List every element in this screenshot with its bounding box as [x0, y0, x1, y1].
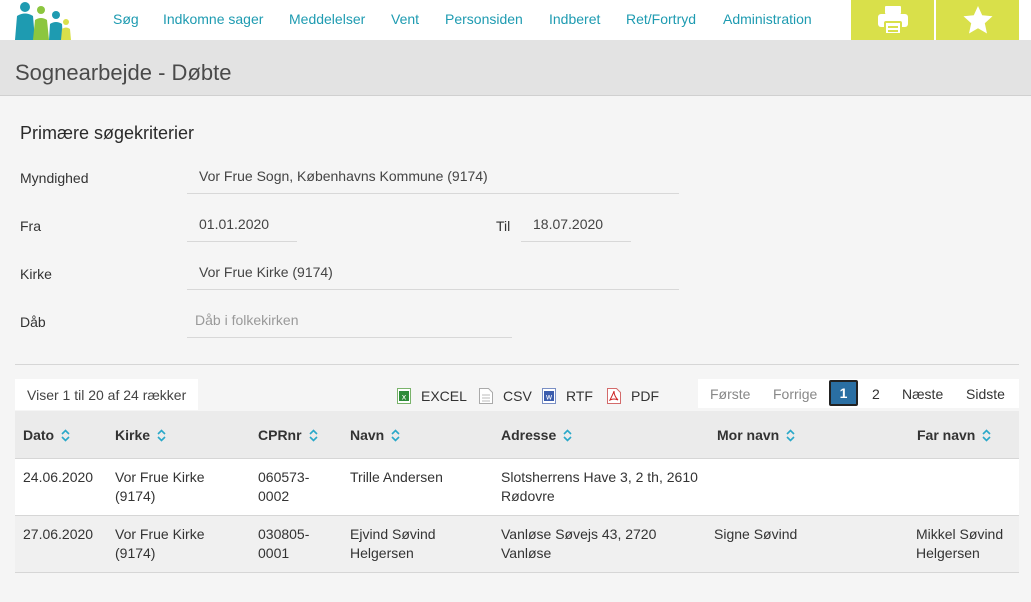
cell-adresse: Vanløse Søvejs 43, 2720 Vanløse	[501, 526, 657, 561]
column-header-label: Kirke	[115, 427, 151, 443]
csv-file-icon	[479, 388, 493, 404]
favorite-button[interactable]	[936, 0, 1019, 40]
export-excel-button[interactable]: x EXCEL	[397, 388, 467, 404]
family-logo[interactable]	[15, 0, 71, 40]
star-icon	[963, 6, 992, 34]
sort-icon	[157, 428, 166, 442]
nav-vent[interactable]: Vent	[391, 11, 419, 27]
pager-page-1[interactable]: 1	[829, 380, 858, 406]
page-header: Sognearbejde - Døbte	[0, 40, 1031, 96]
column-header-cprnr[interactable]: CPRnr	[258, 427, 318, 443]
kirke-field[interactable]: Vor Frue Kirke (9174)	[187, 259, 679, 290]
daab-field[interactable]: Dåb i folkekirken	[187, 307, 512, 338]
kirke-label: Kirke	[20, 266, 52, 282]
pager-previous[interactable]: Forrige	[773, 386, 817, 402]
export-csv-label: CSV	[503, 388, 532, 404]
myndighed-label: Myndighed	[20, 170, 89, 186]
export-pdf-label: PDF	[631, 388, 659, 404]
table-row[interactable]: 24.06.2020 Vor Frue Kirke (9174) 060573-…	[15, 459, 1019, 516]
column-header-label: Adresse	[501, 427, 557, 443]
column-header-mor-navn[interactable]: Mor navn	[717, 427, 795, 443]
cell-dato: 27.06.2020	[23, 526, 94, 542]
section-title: Primære søgekriterier	[20, 123, 195, 143]
pager-first[interactable]: Første	[710, 386, 750, 402]
cell-mor-navn: Signe Søvind	[714, 526, 798, 542]
column-header-adresse[interactable]: Adresse	[501, 427, 572, 443]
column-header-label: Far navn	[917, 427, 976, 443]
table-header: Dato Kirke CPRnr Navn Adresse Mor navn F…	[15, 411, 1019, 459]
svg-text:w: w	[546, 393, 553, 402]
fra-date-field[interactable]: 01.01.2020	[187, 211, 297, 242]
print-button[interactable]	[851, 0, 934, 40]
column-header-label: Navn	[350, 427, 385, 443]
table-row[interactable]: 27.06.2020 Vor Frue Kirke (9174) 030805-…	[15, 516, 1019, 573]
column-header-navn[interactable]: Navn	[350, 427, 400, 443]
pager-next[interactable]: Næste	[902, 386, 943, 402]
sort-icon	[308, 428, 318, 442]
export-csv-button[interactable]: CSV	[479, 388, 532, 404]
printer-icon	[877, 6, 908, 35]
cell-cprnr: 060573-0002	[258, 469, 310, 504]
cell-navn: Ejvind Søvind Helgersen	[350, 526, 436, 561]
nav-meddelelser[interactable]: Meddelelser	[289, 11, 365, 27]
row-count-info: Viser 1 til 20 af 24 rækker	[15, 379, 199, 410]
export-excel-label: EXCEL	[421, 388, 467, 404]
cell-kirke: Vor Frue Kirke (9174)	[115, 469, 205, 504]
export-pdf-button[interactable]: PDF	[607, 388, 659, 404]
fra-label: Fra	[20, 218, 41, 234]
cell-far-navn: Mikkel Søvind Helgersen	[916, 526, 1004, 561]
daab-label: Dåb	[20, 314, 46, 330]
column-header-dato[interactable]: Dato	[23, 427, 70, 443]
nav-ret-fortryd[interactable]: Ret/Fortryd	[626, 11, 696, 27]
nav-indberet[interactable]: Indberet	[549, 11, 600, 27]
column-header-label: CPRnr	[258, 427, 302, 443]
column-header-kirke[interactable]: Kirke	[115, 427, 166, 443]
sort-icon	[563, 428, 572, 442]
myndighed-field[interactable]: Vor Frue Sogn, Københavns Kommune (9174)	[187, 163, 679, 194]
nav-indkomne-sager[interactable]: Indkomne sager	[163, 11, 263, 27]
pager-last[interactable]: Sidste	[966, 386, 1005, 402]
svg-text:x: x	[402, 393, 407, 402]
sort-icon	[982, 428, 991, 442]
column-header-far-navn[interactable]: Far navn	[917, 427, 991, 443]
excel-file-icon: x	[397, 388, 411, 404]
column-header-label: Mor navn	[717, 427, 780, 443]
cell-dato: 24.06.2020	[23, 469, 94, 485]
divider	[15, 364, 1019, 365]
til-date-field[interactable]: 18.07.2020	[521, 211, 631, 242]
pagination: Første Forrige 1 2 Næste Sidste	[698, 379, 1019, 408]
til-label: Til	[496, 218, 511, 234]
cell-navn: Trille Andersen	[350, 469, 443, 485]
sort-icon	[391, 428, 400, 442]
rtf-file-icon: w	[542, 388, 556, 404]
sort-icon	[61, 428, 70, 442]
nav-sog[interactable]: Søg	[113, 11, 139, 27]
top-navigation-bar: Søg Indkomne sager Meddelelser Vent Pers…	[0, 0, 1031, 40]
main-content: Primære søgekriterier Myndighed Vor Frue…	[0, 96, 1031, 602]
pager-page-2[interactable]: 2	[872, 386, 880, 402]
nav-personsiden[interactable]: Personsiden	[445, 11, 523, 27]
cell-cprnr: 030805-0001	[258, 526, 310, 561]
cell-adresse: Slotsherrens Have 3, 2 th, 2610 Rødovre	[501, 469, 698, 504]
page-title: Sognearbejde - Døbte	[15, 60, 232, 85]
export-rtf-label: RTF	[566, 388, 593, 404]
sort-icon	[786, 428, 795, 442]
pdf-file-icon	[607, 388, 621, 404]
column-header-label: Dato	[23, 427, 55, 443]
nav-administration[interactable]: Administration	[723, 11, 812, 27]
export-rtf-button[interactable]: w RTF	[542, 388, 593, 404]
cell-kirke: Vor Frue Kirke (9174)	[115, 526, 205, 561]
